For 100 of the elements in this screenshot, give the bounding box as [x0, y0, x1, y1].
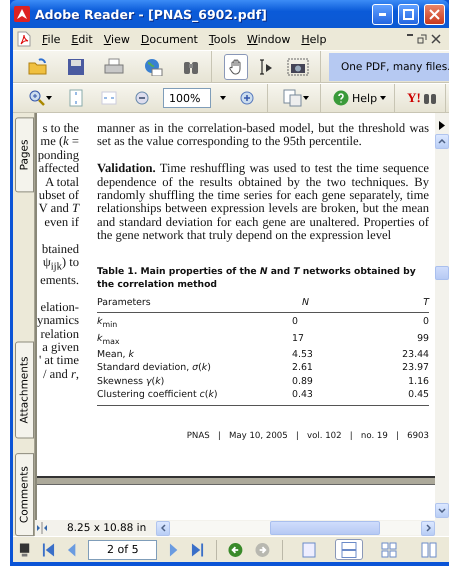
paragraph: Validation. Time reshuffling was used to test the time sequence dependence of the results obtained by the two techniques. By randomly shuffling the time series for each gene separately, time relationships between expression levels are broken, but the mean and standard deviation for each gene are unaltered. Properties of the gene network that truly depend on the expression level [97, 162, 429, 243]
hand-tool-button[interactable] [224, 54, 248, 80]
table-title: Table 1. Main properties of the N and T networks obtained by the correlation method [97, 265, 417, 292]
help-button[interactable]: Help [333, 90, 386, 106]
text-line: A total [45, 176, 79, 190]
text-line: ' at time [38, 354, 79, 368]
page-number-field[interactable]: 2 of 5 [88, 540, 158, 560]
caret-icon [303, 96, 309, 100]
minimize-icon [379, 12, 386, 16]
menu-item[interactable]: Help [301, 32, 326, 46]
table-cell-text: Standard deviation, σ(k) [97, 361, 212, 375]
table-cell-text: 0.43 [292, 388, 314, 402]
menu-item[interactable]: File [42, 32, 60, 46]
scroll-thumb[interactable] [270, 521, 380, 535]
globe-envelope-icon [143, 58, 163, 76]
scroll-right-button[interactable] [421, 520, 435, 536]
continuous-facing-icon [381, 542, 397, 558]
column-header: N [301, 296, 310, 310]
search-logo[interactable]: Y! [407, 90, 421, 106]
chevron-down-icon [438, 508, 446, 513]
table-cell-text: 0 [422, 315, 429, 330]
minimize-icon [407, 34, 413, 36]
column-header: T [422, 296, 429, 310]
close-icon [429, 8, 440, 20]
caret-icon [46, 96, 52, 100]
scroll-thumb[interactable] [435, 266, 449, 280]
last-page-icon [190, 542, 204, 558]
close-button[interactable] [424, 4, 445, 24]
next-page-icon [169, 542, 179, 558]
menu-item[interactable]: Tools [208, 32, 236, 46]
facing-pages-icon [420, 542, 437, 558]
camera-icon [287, 58, 309, 76]
text-line: ubset of [38, 189, 79, 202]
page-view-button[interactable] [335, 539, 364, 560]
fit-width-icon [101, 91, 117, 105]
menu-item[interactable]: Window [246, 32, 290, 46]
page-footer: PNAS | May 10, 2005 | vol. 102 | no. 19 | 6903 [97, 430, 429, 444]
text-line: me (k = [40, 135, 79, 149]
table-cell-text: 23.44 [401, 348, 429, 362]
sidebar-tab[interactable]: Comments [15, 452, 34, 536]
text-line: affected [38, 162, 79, 176]
text-line: ements. [40, 274, 79, 288]
scroll-left-button[interactable] [156, 520, 170, 536]
table-cell-text: 23.97 [401, 361, 429, 375]
text-line: / and r, [42, 368, 79, 382]
column-header: Parameters [97, 296, 152, 310]
table-cell-text: 1.16 [407, 374, 429, 388]
caret-icon [380, 96, 386, 100]
sidebar-tab[interactable]: Attachments [15, 342, 34, 439]
text-line: V and T [38, 202, 79, 216]
text-line: s to the [42, 122, 79, 136]
text-line: even if [44, 216, 79, 230]
continuous-page-icon [341, 542, 358, 558]
chevron-right-icon [426, 524, 430, 532]
promo-button[interactable]: One PDF, many files. [329, 52, 449, 80]
minus-circle-icon [134, 90, 150, 106]
table-cell-text: 0.45 [407, 388, 429, 402]
table-cell-text: 17 [292, 332, 305, 346]
caret-icon [220, 96, 226, 100]
pages-icon [283, 89, 303, 107]
text-line: ynamics [37, 314, 79, 328]
text-line: ψ$_{ijk}$) to [42, 256, 79, 274]
question-icon [333, 90, 349, 106]
magnifier-icon [28, 89, 46, 107]
maximize-icon [403, 8, 414, 20]
menu-item[interactable]: View [104, 32, 130, 46]
table-cell-text: 0.89 [292, 374, 314, 388]
split-icon [35, 522, 49, 534]
minimize-button[interactable] [372, 4, 393, 24]
window-title: Adobe Reader - [PNAS_6902.pdf] [35, 6, 268, 22]
table-cell-text: Clustering coefficient c(k) [97, 388, 219, 402]
table-cell-text: 2.61 [292, 361, 314, 375]
text-line: ponding [38, 148, 79, 162]
text-line: btained [42, 242, 79, 256]
text-line: a given [42, 340, 79, 354]
table-cell-text: 4.53 [292, 348, 314, 362]
sidebar-tab[interactable]: Pages [15, 117, 34, 192]
restore-icon [417, 34, 427, 44]
table-cell-text: Skewness γ(k) [97, 374, 166, 388]
menu-item[interactable]: Edit [71, 32, 93, 46]
table-cell-text: 0 [292, 315, 299, 330]
scroll-down-button[interactable] [435, 503, 449, 518]
table-cell-text: 99 [416, 332, 429, 346]
text-line: relation [40, 328, 79, 341]
table-cell-text: Mean, k [97, 348, 135, 362]
monitor-icon [19, 542, 30, 558]
scroll-up-button[interactable] [435, 134, 449, 149]
fit-page-icon [69, 89, 83, 107]
menu-item[interactable]: Document [140, 32, 198, 46]
folder-icon [28, 58, 48, 76]
pdf-document-icon [17, 31, 31, 47]
chevron-up-icon [438, 139, 446, 144]
maximize-button[interactable] [398, 4, 419, 24]
app-logo-icon [14, 6, 30, 22]
table-cell-text: k$_{max}$ [97, 332, 120, 348]
printer-icon [104, 58, 124, 76]
close-icon [431, 34, 441, 44]
plus-circle-icon [239, 90, 255, 106]
zoom-field[interactable]: 100% [163, 88, 211, 108]
single-page-icon [302, 542, 316, 558]
